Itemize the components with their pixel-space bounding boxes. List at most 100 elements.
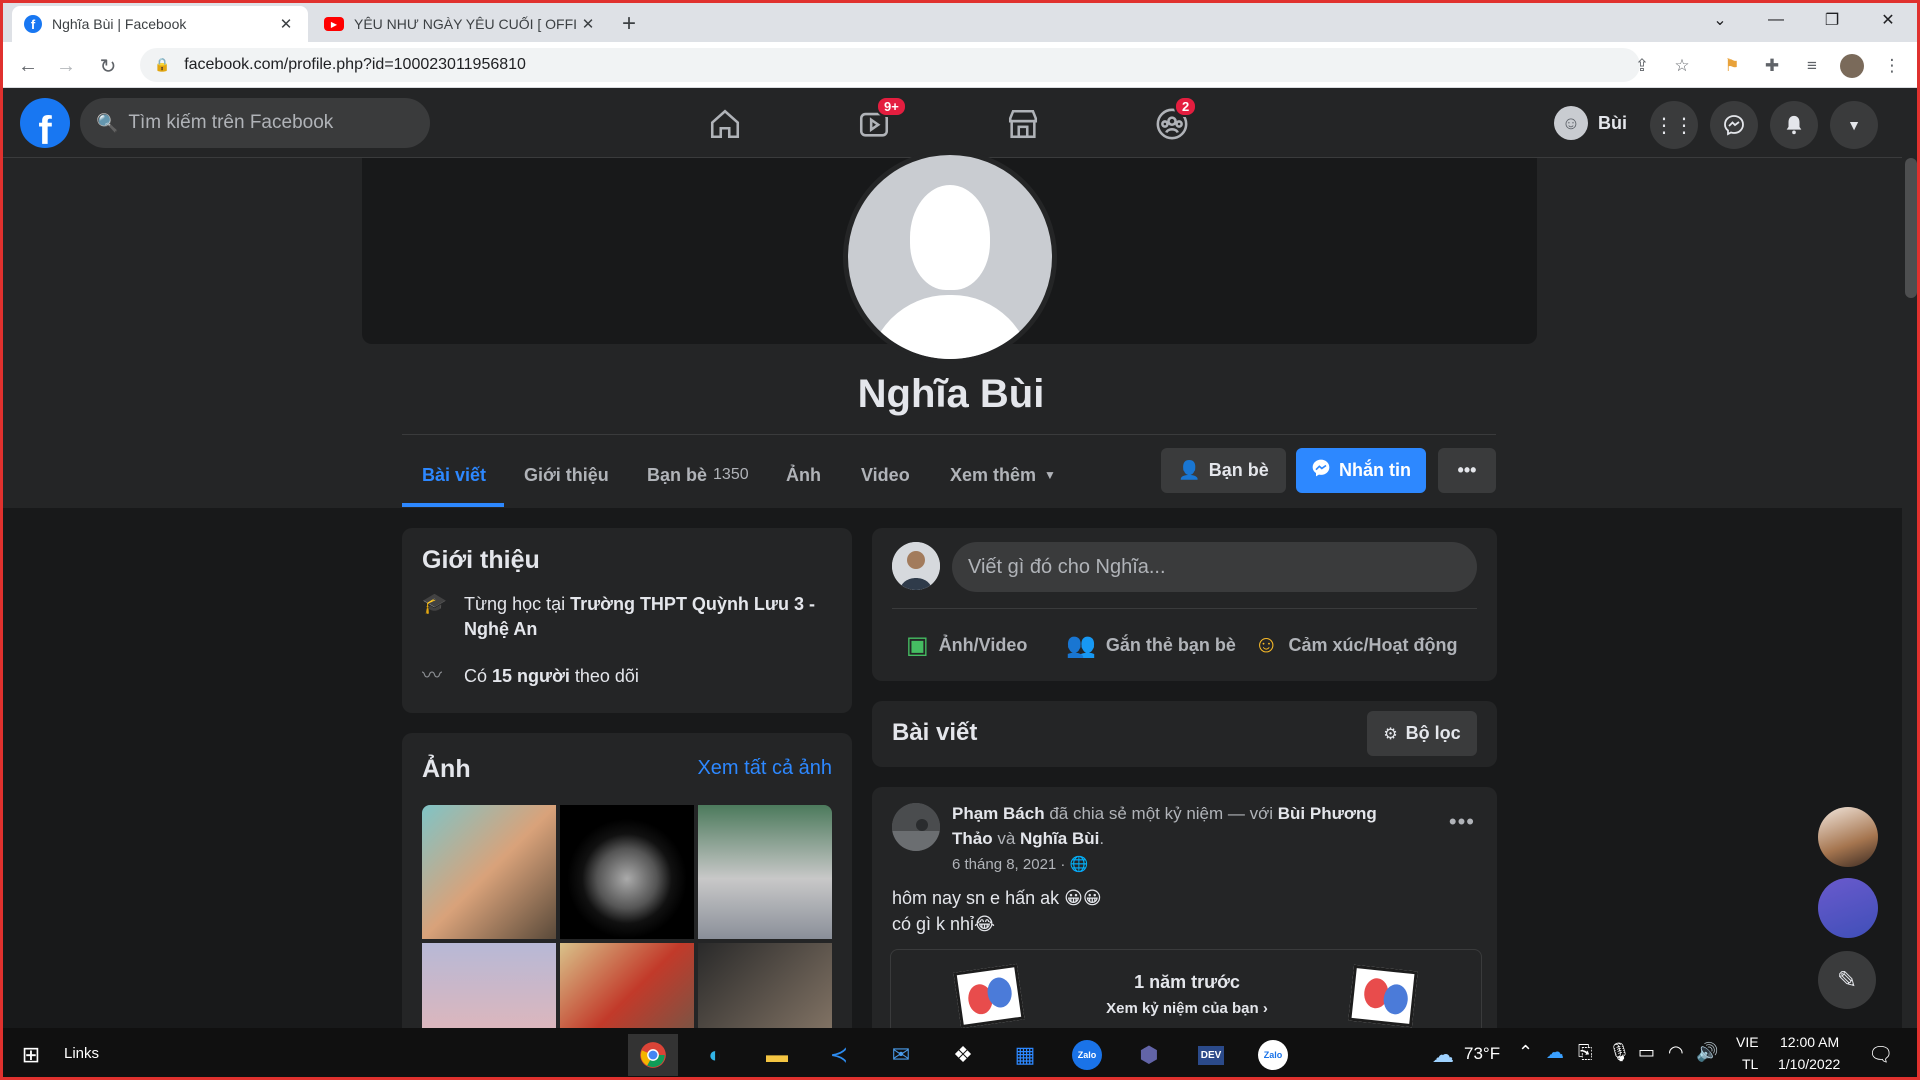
- post-more-icon[interactable]: •••: [1449, 809, 1475, 835]
- vscode-icon[interactable]: ≺: [814, 1034, 864, 1076]
- post-date[interactable]: 6 tháng 8, 2021 · 🌐: [952, 855, 1088, 873]
- account-menu-chevron-icon[interactable]: ▼: [1830, 101, 1878, 149]
- url-text: facebook.com/profile.php?id=100023011956…: [184, 56, 526, 73]
- filter-button[interactable]: ⚙ Bộ lọc: [1367, 711, 1477, 756]
- photo-thumbnail[interactable]: [698, 805, 832, 939]
- zalo-icon[interactable]: Zalo: [1062, 1034, 1112, 1076]
- forward-icon[interactable]: →: [52, 52, 80, 80]
- post-period: .: [1099, 829, 1105, 848]
- restore-icon[interactable]: ❐: [1804, 0, 1860, 40]
- notification-center-icon[interactable]: 🗨: [1868, 1042, 1893, 1067]
- notifications-bell-icon[interactable]: [1770, 101, 1818, 149]
- address-bar[interactable]: 🔒 facebook.com/profile.php?id=1000230119…: [140, 48, 1640, 82]
- post-with-2[interactable]: Nghĩa Bùi: [1020, 829, 1099, 848]
- photos-title: Ảnh: [422, 755, 471, 783]
- posts-title: Bài viết: [892, 719, 978, 746]
- minimize-icon[interactable]: —: [1748, 0, 1804, 40]
- weather-temp[interactable]: 73°F: [1464, 1044, 1500, 1064]
- clock-time[interactable]: 12:00 AM: [1780, 1034, 1839, 1050]
- reload-icon[interactable]: ↻: [94, 52, 122, 80]
- profile-avatar-icon[interactable]: [1840, 54, 1864, 78]
- photo-video-button[interactable]: ▣ Ảnh/Video: [906, 620, 1027, 670]
- tab-photos[interactable]: Ảnh: [786, 445, 821, 505]
- marketplace-icon[interactable]: [1001, 102, 1045, 146]
- browser-tab-youtube[interactable]: ▶ YÊU NHƯ NGÀY YÊU CUỐI [ OFFI ✕: [312, 6, 610, 42]
- window-close-icon[interactable]: ✕: [1860, 0, 1916, 40]
- tag-friends-button[interactable]: 👥 Gắn thẻ bạn bè: [1066, 620, 1236, 670]
- composer-input[interactable]: Viết gì đó cho Nghĩa...: [952, 542, 1477, 592]
- composer-divider: [892, 608, 1477, 609]
- post-author-name[interactable]: Phạm Bách: [952, 804, 1045, 823]
- wifi-icon[interactable]: ◠: [1668, 1042, 1684, 1063]
- media-control-icon[interactable]: ≡: [1800, 54, 1824, 78]
- feeling-activity-button[interactable]: ☺ Cảm xúc/Hoạt động: [1254, 620, 1458, 670]
- dropbox-icon[interactable]: ❖: [938, 1034, 988, 1076]
- chrome-taskbar-icon[interactable]: [628, 1034, 678, 1076]
- groups-icon[interactable]: 2: [1150, 96, 1198, 146]
- bookmark-star-icon[interactable]: ☆: [1670, 54, 1694, 78]
- store-icon[interactable]: ▦: [1000, 1034, 1050, 1076]
- see-all-photos-link[interactable]: Xem tất cả ảnh: [697, 757, 832, 780]
- mail-icon[interactable]: ✉: [876, 1034, 926, 1076]
- close-icon[interactable]: ✕: [276, 15, 296, 33]
- extensions-puzzle-icon[interactable]: ✚: [1760, 54, 1784, 78]
- nav-profile-link[interactable]: ☺ Bùi: [1554, 104, 1627, 142]
- edge-taskbar-icon[interactable]: ◐: [690, 1034, 740, 1076]
- device-icon[interactable]: ⎘: [1578, 1042, 1592, 1063]
- share-icon[interactable]: ⇪: [1630, 54, 1654, 78]
- tab-more[interactable]: Xem thêm ▼: [950, 445, 1056, 505]
- extension-icon[interactable]: ⚑: [1720, 54, 1744, 78]
- tab-search-icon[interactable]: ⌄: [1692, 0, 1748, 40]
- browser-tab-facebook[interactable]: f Nghĩa Bùi | Facebook ✕: [12, 6, 308, 42]
- new-tab-icon[interactable]: +: [622, 10, 636, 38]
- zalo-alt-icon[interactable]: Zalo: [1248, 1034, 1298, 1076]
- new-message-compose-icon[interactable]: ✎: [1818, 951, 1876, 1009]
- tab-videos[interactable]: Video: [861, 445, 910, 505]
- volume-icon[interactable]: 🔊: [1696, 1042, 1718, 1063]
- dev-logo: DEV: [1197, 1045, 1225, 1065]
- tab-friends-label: Bạn bè: [647, 464, 708, 485]
- post-author-avatar[interactable]: [892, 803, 940, 851]
- close-icon[interactable]: ✕: [578, 15, 598, 33]
- file-explorer-icon[interactable]: ▬: [752, 1034, 802, 1076]
- windows-start-icon[interactable]: ⊞: [6, 1034, 56, 1076]
- more-options-button[interactable]: •••: [1438, 448, 1496, 493]
- photo-thumbnail[interactable]: [422, 805, 556, 939]
- photo-thumbnail[interactable]: [560, 805, 694, 939]
- composer-card: Viết gì đó cho Nghĩa... ▣ Ảnh/Video 👥 Gắ…: [872, 528, 1497, 681]
- facebook-logo-icon[interactable]: f: [20, 98, 70, 148]
- links-toolbar[interactable]: Links: [64, 1045, 99, 1062]
- onedrive-icon[interactable]: ☁: [1546, 1042, 1564, 1063]
- post-line: hôm nay sn e hấn ak 😀😀: [892, 888, 1102, 908]
- browser-toolbar: ← → ↻ 🔒 facebook.com/profile.php?id=1000…: [0, 42, 1920, 88]
- friends-button[interactable]: 👤 Bạn bè: [1161, 448, 1286, 493]
- weather-cloud-icon[interactable]: ☁: [1418, 1034, 1468, 1076]
- chrome-menu-icon[interactable]: ⋮: [1880, 54, 1904, 78]
- tray-chevron-icon[interactable]: ⌃: [1518, 1042, 1533, 1063]
- smiley-icon: ☺: [1254, 631, 1279, 658]
- home-icon[interactable]: [703, 102, 747, 146]
- scrollbar-thumb[interactable]: [1905, 158, 1917, 298]
- chat-head-avatar[interactable]: [1818, 807, 1878, 867]
- menu-grid-icon[interactable]: ⋮⋮: [1650, 101, 1698, 149]
- teams-icon[interactable]: ⬢: [1124, 1034, 1174, 1076]
- messenger-icon[interactable]: [1710, 101, 1758, 149]
- dev-tool-icon[interactable]: DEV: [1186, 1034, 1236, 1076]
- tab-friends[interactable]: Bạn bè 1350: [647, 445, 749, 505]
- facebook-search-input[interactable]: 🔍 Tìm kiếm trên Facebook: [80, 98, 430, 148]
- keyboard-layout[interactable]: TL: [1742, 1056, 1758, 1072]
- message-button[interactable]: Nhắn tin: [1296, 448, 1426, 493]
- browser-tab-strip: f Nghĩa Bùi | Facebook ✕ ▶ YÊU NHƯ NGÀY …: [0, 0, 1920, 42]
- photo-video-label: Ảnh/Video: [938, 634, 1028, 655]
- profile-picture[interactable]: [843, 150, 1057, 364]
- back-icon[interactable]: ←: [14, 52, 42, 80]
- language-code[interactable]: VIE: [1736, 1034, 1759, 1050]
- battery-icon[interactable]: ▭: [1638, 1042, 1655, 1063]
- clock-date[interactable]: 1/10/2022: [1778, 1056, 1840, 1072]
- chat-head-avatar[interactable]: [1818, 878, 1878, 938]
- followers-count[interactable]: 15 người: [492, 666, 570, 686]
- microphone-icon[interactable]: 🎙: [1608, 1042, 1631, 1063]
- tab-posts[interactable]: Bài viết: [422, 445, 486, 505]
- tab-about[interactable]: Giới thiệu: [524, 445, 609, 505]
- watch-video-icon[interactable]: 9+: [852, 96, 907, 146]
